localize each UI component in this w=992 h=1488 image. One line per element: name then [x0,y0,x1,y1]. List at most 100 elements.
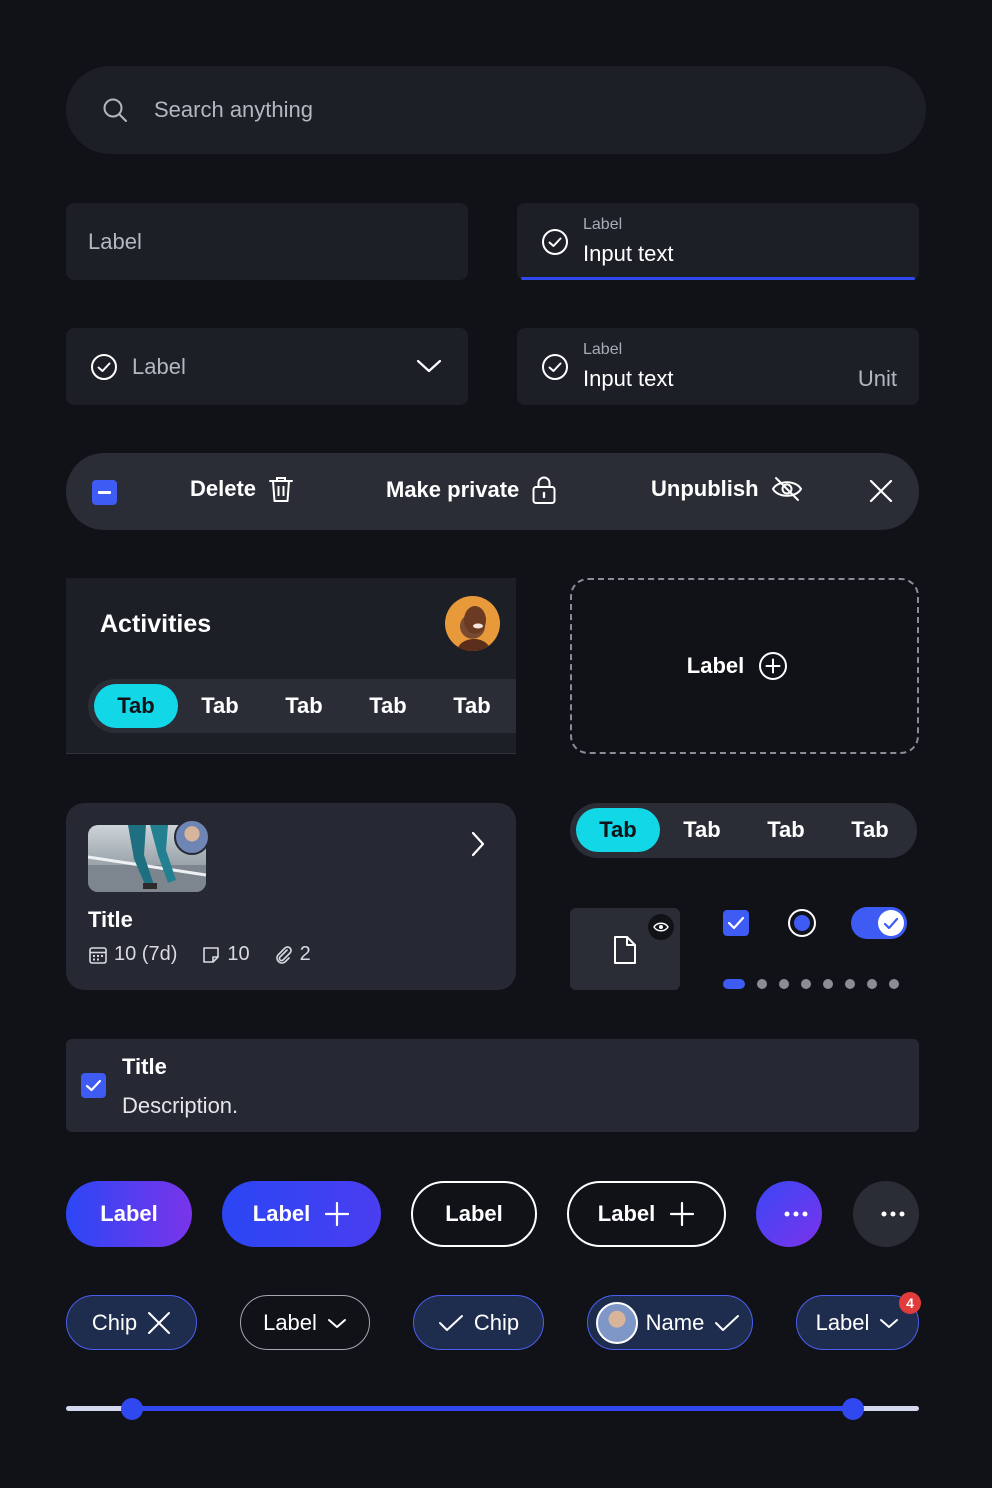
delete-button[interactable]: Delete [190,475,294,503]
button-label: Label [252,1201,311,1226]
check-icon [883,917,899,929]
button-label: Label [597,1201,656,1226]
select-field[interactable]: Label [66,328,468,405]
bulk-action-bar: Delete Make private Unpublish [66,453,919,530]
tab-3[interactable]: Tab [262,684,346,728]
chip-label: Chip [473,1309,520,1335]
tab-1[interactable]: Tab [576,808,660,852]
selected-chip[interactable]: Chip [413,1295,544,1350]
chevron-down-icon [880,1318,899,1328]
search-bar[interactable]: Search anything [66,66,926,154]
calendar-icon [88,945,114,965]
add-dropzone[interactable]: Label [570,578,919,754]
page-dot[interactable] [845,979,855,989]
card-title: Title [88,907,133,932]
more-dots-icon [784,1211,808,1217]
chevron-down-icon[interactable] [416,356,442,376]
outline-button[interactable]: Label [411,1181,537,1247]
unpublish-button[interactable]: Unpublish [651,475,803,503]
field-label: Label [583,341,623,358]
checkbox[interactable] [81,1073,106,1098]
toggle-switch[interactable] [851,907,907,939]
check-circle-icon [541,353,569,381]
page-dot[interactable] [867,979,877,989]
note-icon [201,945,227,965]
page-dot[interactable] [757,979,767,989]
card-meta: 10 (7d) 10 2 [88,943,335,966]
avatar [595,1301,638,1344]
person-chip[interactable]: Name [587,1295,753,1350]
chevron-down-icon [327,1318,346,1328]
notification-badge: 4 [899,1292,921,1314]
removable-chip[interactable]: Chip [66,1295,197,1350]
checkbox-list-item[interactable]: Title Description. [66,1039,919,1132]
delete-label: Delete [190,476,257,501]
select-label: Label [132,354,186,379]
more-button-secondary[interactable] [853,1181,919,1247]
focus-underline [521,277,915,280]
dropdown-chip[interactable]: Label [240,1295,370,1350]
radio-button[interactable] [788,909,816,937]
eye-off-icon [771,475,803,503]
unit-field[interactable]: Label Input text Unit [517,328,919,405]
search-input[interactable]: Search anything [154,97,313,123]
chip-label: Chip [91,1309,138,1335]
trash-icon [268,475,294,503]
range-slider-min-thumb[interactable] [121,1398,143,1420]
tab-3[interactable]: Tab [744,808,828,852]
check-icon [715,1314,740,1331]
page-dot[interactable] [779,979,789,989]
chip-label: Label [263,1309,317,1335]
page-dot[interactable] [889,979,899,989]
tab-4[interactable]: Tab [828,808,912,852]
check-icon [85,1079,102,1092]
activities-title: Activities [100,610,212,638]
tab-2[interactable]: Tab [178,684,262,728]
close-icon[interactable] [869,479,893,503]
page-dot[interactable] [723,979,745,989]
lock-icon [531,475,557,505]
eye-icon[interactable] [648,914,674,940]
text-field[interactable]: Label [66,203,468,280]
checkbox[interactable] [723,910,749,936]
segmented-tabs: Tab Tab Tab Tab [570,803,917,858]
range-slider-max-thumb[interactable] [842,1398,864,1420]
close-icon [148,1311,171,1334]
field-value[interactable]: Input text [583,366,674,392]
tab-1[interactable]: Tab [94,684,178,728]
outline-add-button[interactable]: Label [567,1181,726,1247]
text-field-active[interactable]: Label Input text [517,203,919,280]
author-avatar [174,819,210,855]
button-label: Label [100,1201,158,1226]
unpublish-label: Unpublish [651,476,759,501]
page-dot[interactable] [801,979,811,989]
indeterminate-checkbox[interactable] [92,480,117,505]
content-card[interactable]: Title 10 (7d) 10 2 [66,803,516,990]
primary-add-button[interactable]: Label [222,1181,381,1247]
chip-label: Name [645,1309,705,1335]
file-icon [612,935,638,965]
meta-date: 10 (7d) [114,943,178,965]
toggle-knob [878,910,904,936]
primary-button[interactable]: Label [66,1181,192,1247]
field-value[interactable]: Input text [583,241,674,267]
chevron-right-icon[interactable] [470,831,486,857]
field-unit: Unit [857,366,897,391]
file-tile[interactable] [570,908,680,990]
meta-notes: 10 [227,943,250,965]
make-private-label: Make private [386,477,520,502]
more-button-primary[interactable] [756,1181,822,1247]
tab-2[interactable]: Tab [660,808,744,852]
avatar[interactable] [445,596,500,651]
field-label: Label [88,229,142,254]
activities-header: Activities Tab Tab Tab Tab Tab [66,578,516,754]
range-slider-fill [132,1406,853,1411]
page-dot[interactable] [823,979,833,989]
make-private-button[interactable]: Make private [386,475,557,505]
paperclip-icon [274,945,300,965]
tab-bar: Tab Tab Tab Tab Tab [88,679,516,733]
search-icon [102,97,128,123]
tab-4[interactable]: Tab [346,684,430,728]
tab-5[interactable]: Tab [430,684,514,728]
add-label: Label [686,653,745,678]
